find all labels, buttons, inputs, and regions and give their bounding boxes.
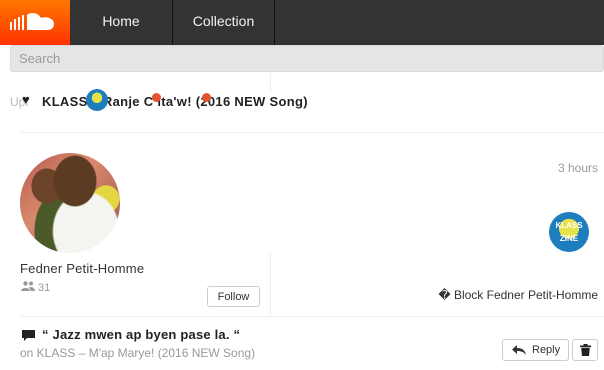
user-name-link[interactable]: Fedner Petit-Homme (20, 261, 144, 276)
comment-marker-dot[interactable] (152, 93, 161, 102)
reply-button-label: Reply (532, 344, 561, 356)
previous-item-track-title[interactable]: KLASS – Ranje C ita'w! (2016 NEW Song) (42, 94, 308, 109)
follow-button[interactable]: Follow (207, 286, 260, 307)
comment-icon (22, 330, 35, 341)
comment-track-link[interactable]: on KLASS – M'ap Marye! (2016 NEW Song) (20, 346, 255, 360)
nav-home[interactable]: Home (70, 0, 173, 45)
search-input[interactable] (10, 45, 604, 72)
item-divider (20, 132, 604, 133)
comment-marker-dot[interactable] (202, 93, 211, 102)
user-avatar[interactable] (20, 153, 120, 253)
reply-arrow-icon (512, 345, 526, 355)
column-divider (270, 73, 271, 93)
follower-count: 31 (38, 282, 51, 294)
soundcloud-logo[interactable] (0, 0, 70, 45)
nav-collection[interactable]: Collection (173, 0, 275, 45)
artwork-text: KLASS (555, 221, 583, 230)
previous-stream-item: Upl ♥ KLASS – Ranje C ita'w! (2016 NEW S… (10, 89, 604, 114)
track-artwork-thumbnail[interactable] (86, 89, 108, 111)
block-user-link[interactable]: � Block Fedner Petit-Homme (438, 288, 598, 302)
delete-button[interactable] (572, 339, 598, 361)
column-divider (270, 253, 271, 315)
comment-timestamp: 3 hours (557, 161, 598, 175)
track-artwork[interactable]: KLASS ZINE (549, 212, 589, 252)
soundcloud-cloud-icon (10, 13, 54, 30)
trash-icon (580, 344, 591, 356)
comment-body: “ Jazz mwen ap byen pase la. “ (42, 327, 241, 342)
heart-icon: ♥ (22, 92, 30, 107)
reply-button[interactable]: Reply (502, 339, 569, 361)
followers-icon (21, 281, 35, 291)
artwork-text: ZINE (559, 234, 579, 243)
top-navigation-bar: Home Collection (0, 0, 604, 45)
item-divider (20, 316, 604, 317)
